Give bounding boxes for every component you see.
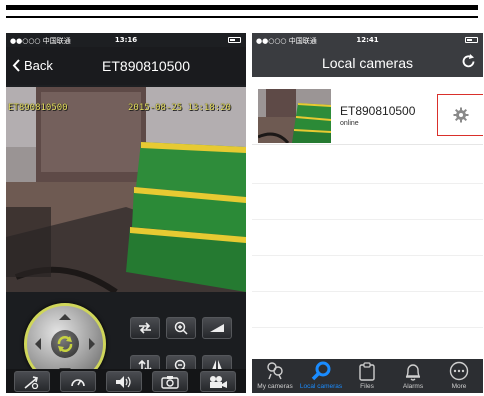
tab-bar: My cameras Local cameras Files Alarms Mo…	[252, 359, 483, 393]
settings-button[interactable]	[14, 371, 50, 392]
status-bar: ●●○○○ 中国联通 13:16	[6, 33, 246, 47]
search-icon	[311, 361, 331, 381]
top-rule-thick	[6, 5, 478, 10]
battery-icon	[228, 37, 241, 43]
list-divider	[252, 183, 483, 184]
arrow-right-icon[interactable]	[89, 338, 101, 350]
zoom-in-button[interactable]	[166, 317, 196, 339]
page-title: Local cameras	[321, 55, 414, 71]
tab-alarms[interactable]: Alarms	[390, 359, 436, 393]
list-divider	[252, 291, 483, 292]
audio-button[interactable]	[106, 371, 142, 392]
settings-arrow-icon	[24, 375, 39, 389]
tab-label: My cameras	[257, 383, 293, 390]
zoom-in-icon	[174, 321, 188, 335]
live-view-screen: ●●○○○ 中国联通 13:16 Back ET890810500 ET8908…	[6, 33, 246, 393]
speedometer-icon	[71, 378, 85, 386]
video-camera-icon	[210, 375, 227, 388]
battery-icon	[465, 37, 478, 43]
cameras-icon	[267, 362, 283, 380]
nav-bar: Back ET890810500	[6, 47, 246, 85]
osd-timestamp: 2015-08-25 13:18:20	[128, 103, 231, 113]
camera-status: online	[340, 120, 359, 127]
page-title: ET890810500	[102, 58, 190, 74]
flip-icon	[210, 324, 224, 332]
refresh-icon	[462, 54, 475, 68]
clipboard-icon	[359, 361, 375, 381]
tab-label: Local cameras	[299, 383, 343, 390]
flip-horizontal-button[interactable]	[130, 317, 160, 339]
arrow-up-icon[interactable]	[59, 308, 71, 320]
tab-my-cameras[interactable]: My cameras	[252, 359, 298, 393]
list-divider	[252, 219, 483, 220]
camera-name: ET890810500	[340, 104, 416, 118]
ptz-reset-button[interactable]	[51, 330, 79, 358]
refresh-button[interactable]	[461, 54, 476, 74]
tab-label: Files	[360, 383, 374, 390]
camera-icon	[161, 375, 179, 389]
snapshot-button[interactable]	[152, 371, 188, 392]
speed-button[interactable]	[60, 371, 96, 392]
tab-local-cameras[interactable]: Local cameras	[298, 359, 344, 393]
clock: 12:41	[356, 36, 379, 44]
record-button[interactable]	[200, 371, 236, 392]
list-divider	[252, 255, 483, 256]
swap-horizontal-icon	[139, 322, 151, 334]
speaker-icon	[116, 375, 131, 388]
live-video[interactable]: ET890810500 2015-08-25 13:18:20	[6, 87, 246, 292]
tab-more[interactable]: More	[436, 359, 482, 393]
arrow-left-icon[interactable]	[29, 338, 41, 350]
chevron-left-icon	[12, 59, 20, 72]
gear-icon	[453, 107, 468, 123]
status-bar: ●●○○○ 中国联通 12:41	[252, 33, 483, 47]
mirror-button[interactable]	[202, 317, 232, 339]
camera-thumbnail	[258, 89, 331, 143]
local-cameras-screen: ●●○○○ 中国联通 12:41 Local cameras ET8908105…	[252, 33, 483, 393]
video-frame	[6, 87, 246, 292]
rotate-icon	[57, 336, 73, 352]
action-toolbar	[6, 369, 246, 393]
clock: 13:16	[114, 36, 138, 44]
camera-settings-button[interactable]	[437, 94, 483, 136]
osd-camera-id: ET890810500	[8, 103, 68, 113]
more-icon	[449, 361, 469, 381]
tab-files[interactable]: Files	[344, 359, 390, 393]
list-divider	[252, 327, 483, 328]
nav-bar: Local cameras	[252, 47, 483, 77]
tab-label: More	[451, 383, 467, 390]
tab-label: Alarms	[402, 383, 424, 390]
top-rule-thin	[6, 16, 478, 18]
bell-icon	[405, 363, 421, 381]
